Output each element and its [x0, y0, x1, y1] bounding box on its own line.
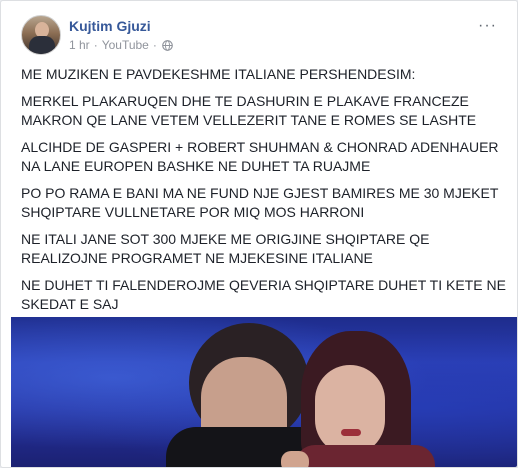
globe-icon[interactable] [162, 39, 173, 51]
post-paragraph: NE ITALI JANE SOT 300 MJEKE ME ORIGJINE … [21, 231, 430, 266]
post-paragraph: NE DUHET TI FALENDEROJME QEVERIA SHQIPTA… [21, 277, 506, 312]
woman-face [315, 365, 385, 455]
woman-body [295, 445, 435, 467]
post-paragraph: MERKEL PLAKARUQEN DHE TE DASHURIN E PLAK… [21, 93, 477, 128]
post-paragraph: ALCIHDE DE GASPERI + ROBERT SHUHMAN & CH… [21, 139, 499, 174]
post-time-link[interactable]: 1 hr [69, 38, 90, 52]
meta-separator: · [152, 38, 157, 52]
author-name-link[interactable]: Kujtim Gjuzi [69, 18, 151, 34]
post-text: ME MUZIKEN E PAVDEKESHME ITALIANE PERSHE… [21, 65, 507, 322]
hand [281, 451, 309, 467]
woman-lips [341, 429, 361, 436]
post-header: Kujtim Gjuzi 1 hr · YouTube · ··· [21, 15, 501, 57]
more-options-icon[interactable]: ··· [478, 17, 497, 35]
avatar-body [29, 36, 55, 54]
post-card: Kujtim Gjuzi 1 hr · YouTube · ··· ME MUZ… [0, 0, 518, 468]
avatar[interactable] [21, 15, 61, 55]
video-thumbnail[interactable] [11, 317, 517, 467]
post-paragraph: ME MUZIKEN E PAVDEKESHME ITALIANE PERSHE… [21, 66, 416, 82]
post-paragraph: PO PO RAMA E BANI MA NE FUND NJE GJEST B… [21, 185, 499, 220]
post-source: YouTube [101, 38, 149, 52]
meta-separator: · [93, 38, 98, 52]
post-meta: 1 hr · YouTube · [69, 38, 173, 52]
